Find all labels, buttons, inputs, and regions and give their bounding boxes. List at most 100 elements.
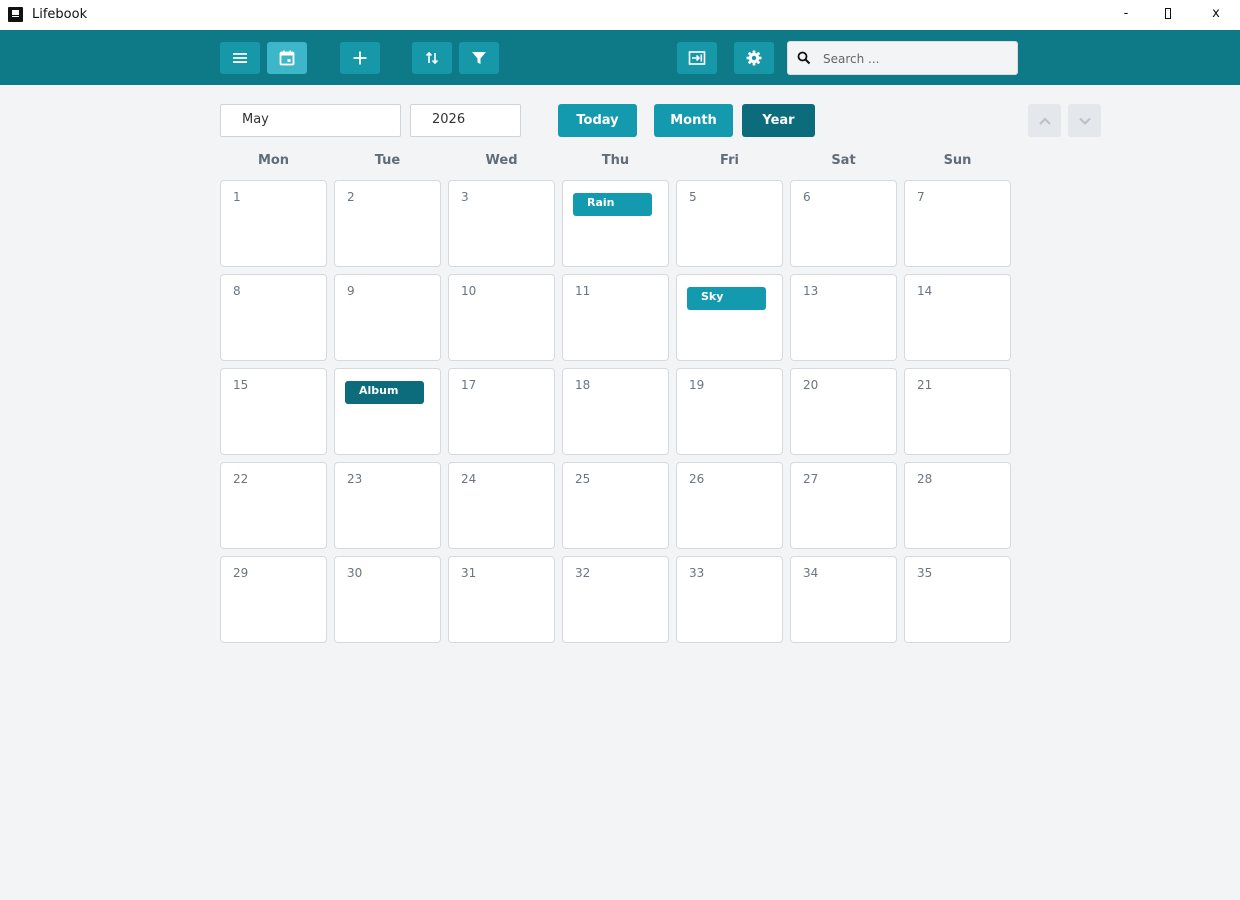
- day-number: 24: [461, 472, 477, 486]
- sort-icon: [425, 51, 439, 65]
- day-number: 32: [575, 566, 591, 580]
- day-number: 19: [689, 378, 705, 392]
- day-number: 21: [917, 378, 933, 392]
- filter-button[interactable]: [459, 42, 499, 74]
- day-number: 17: [461, 378, 477, 392]
- year-field[interactable]: 2026: [410, 104, 521, 137]
- title-bar: Lifebook - x: [0, 0, 1240, 30]
- day-number: 2: [347, 190, 355, 204]
- weekday-header: Sun: [943, 153, 972, 168]
- event-chip-album[interactable]: Album: [345, 381, 424, 404]
- day-cell[interactable]: 11: [562, 274, 669, 361]
- day-cell[interactable]: 33: [676, 556, 783, 643]
- day-number: 34: [803, 566, 819, 580]
- day-number: 10: [461, 284, 477, 298]
- day-cell[interactable]: 29: [220, 556, 327, 643]
- filter-icon: [472, 52, 486, 64]
- gear-icon: [746, 50, 762, 66]
- add-button[interactable]: [340, 42, 380, 74]
- maximize-button[interactable]: [1158, 6, 1178, 23]
- day-number: 7: [917, 190, 925, 204]
- day-cell[interactable]: 1: [220, 180, 327, 267]
- month-field[interactable]: May: [220, 104, 401, 137]
- day-cell[interactable]: 7: [904, 180, 1011, 267]
- day-cell[interactable]: 20: [790, 368, 897, 455]
- day-cell[interactable]: 25: [562, 462, 669, 549]
- day-cell[interactable]: 19: [676, 368, 783, 455]
- day-cell[interactable]: 24: [448, 462, 555, 549]
- settings-button[interactable]: [734, 42, 774, 74]
- day-cell[interactable]: 32: [562, 556, 669, 643]
- day-number: 1: [233, 190, 241, 204]
- event-chip-rain[interactable]: Rain: [573, 193, 652, 216]
- day-cell[interactable]: 9: [334, 274, 441, 361]
- next-button[interactable]: [1068, 104, 1101, 137]
- import-button[interactable]: [677, 42, 717, 74]
- chevron-up-icon: [1038, 116, 1051, 125]
- day-cell[interactable]: 35: [904, 556, 1011, 643]
- day-cell[interactable]: Sky: [676, 274, 783, 361]
- menu-icon: [233, 53, 247, 63]
- day-cell[interactable]: 2: [334, 180, 441, 267]
- event-chip-sky[interactable]: Sky: [687, 287, 766, 310]
- day-cell[interactable]: 17: [448, 368, 555, 455]
- year-view-button[interactable]: Year: [742, 104, 815, 137]
- day-cell[interactable]: 22: [220, 462, 327, 549]
- day-number: 9: [347, 284, 355, 298]
- day-cell[interactable]: 15: [220, 368, 327, 455]
- weekday-header: Mon: [257, 153, 290, 168]
- plus-icon: [353, 51, 367, 65]
- calendar-view-button[interactable]: [267, 42, 307, 74]
- toolbar: [0, 30, 1240, 85]
- menu-button[interactable]: [220, 42, 260, 74]
- day-cell[interactable]: 26: [676, 462, 783, 549]
- day-cell[interactable]: 14: [904, 274, 1011, 361]
- day-cell[interactable]: 10: [448, 274, 555, 361]
- day-number: 13: [803, 284, 819, 298]
- day-number: 5: [689, 190, 697, 204]
- day-number: 27: [803, 472, 819, 486]
- day-number: 25: [575, 472, 591, 486]
- day-number: 30: [347, 566, 363, 580]
- day-cell[interactable]: 13: [790, 274, 897, 361]
- maximize-icon: [1165, 8, 1171, 19]
- close-button[interactable]: x: [1206, 6, 1226, 21]
- day-cell[interactable]: Rain: [562, 180, 669, 267]
- day-number: 3: [461, 190, 469, 204]
- day-cell[interactable]: 6: [790, 180, 897, 267]
- previous-button[interactable]: [1028, 104, 1061, 137]
- day-number: 20: [803, 378, 819, 392]
- day-cell[interactable]: 30: [334, 556, 441, 643]
- login-icon: [688, 51, 706, 65]
- app-logo-icon: [8, 7, 23, 22]
- day-number: 29: [233, 566, 249, 580]
- day-cell[interactable]: 18: [562, 368, 669, 455]
- day-number: 18: [575, 378, 591, 392]
- search-input[interactable]: [823, 49, 1008, 69]
- day-cell[interactable]: Album: [334, 368, 441, 455]
- day-cell[interactable]: 8: [220, 274, 327, 361]
- day-number: 22: [233, 472, 249, 486]
- chevron-down-icon: [1078, 117, 1091, 125]
- day-cell[interactable]: 5: [676, 180, 783, 267]
- day-cell[interactable]: 34: [790, 556, 897, 643]
- day-cell[interactable]: 23: [334, 462, 441, 549]
- search-icon: [797, 51, 811, 65]
- day-number: 11: [575, 284, 591, 298]
- day-number: 33: [689, 566, 705, 580]
- day-number: 8: [233, 284, 241, 298]
- minimize-button[interactable]: -: [1116, 6, 1136, 21]
- sort-button[interactable]: [412, 42, 452, 74]
- day-cell[interactable]: 27: [790, 462, 897, 549]
- day-number: 26: [689, 472, 705, 486]
- today-button[interactable]: Today: [558, 104, 637, 137]
- day-number: 35: [917, 566, 933, 580]
- day-cell[interactable]: 3: [448, 180, 555, 267]
- day-cell[interactable]: 28: [904, 462, 1011, 549]
- window-title: Lifebook: [32, 7, 88, 22]
- calendar-icon: [279, 50, 295, 66]
- day-number: 28: [917, 472, 933, 486]
- day-cell[interactable]: 31: [448, 556, 555, 643]
- month-view-button[interactable]: Month: [654, 104, 733, 137]
- day-cell[interactable]: 21: [904, 368, 1011, 455]
